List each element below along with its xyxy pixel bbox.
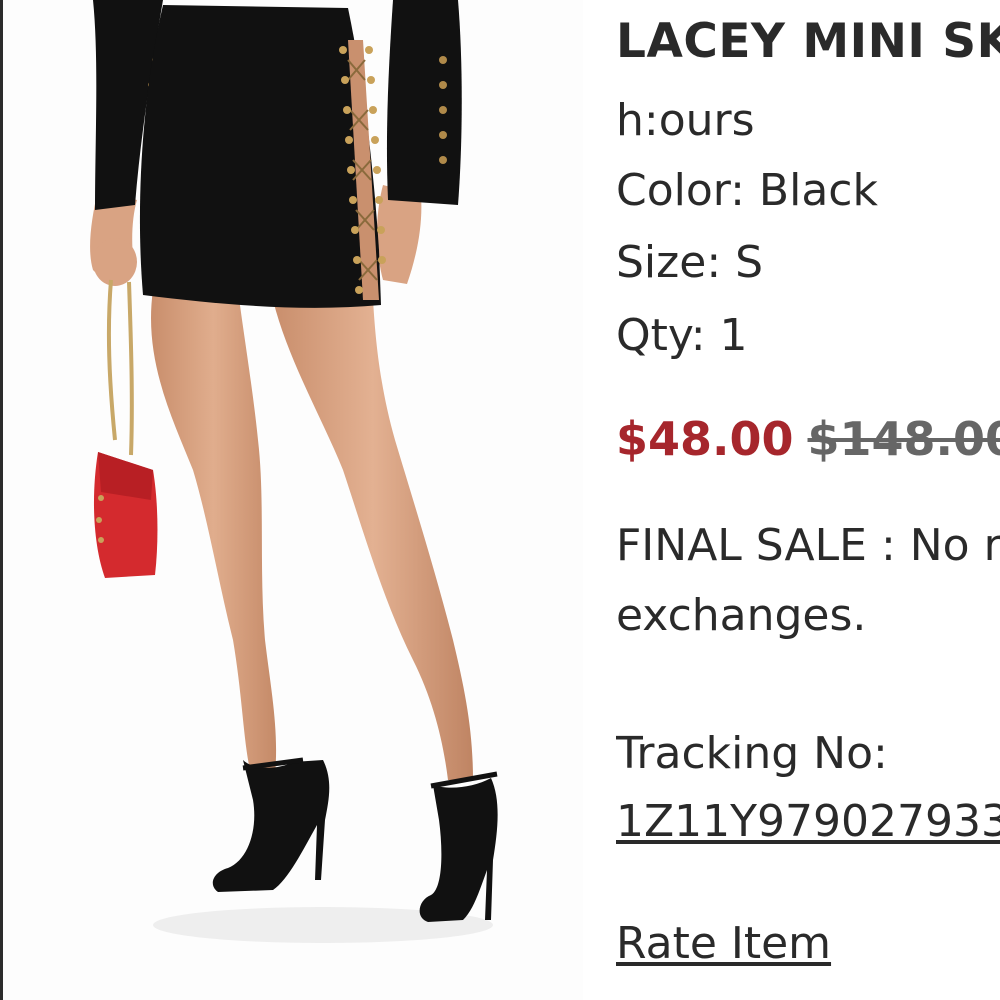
price-row: $48.00 $148.00 bbox=[616, 412, 1000, 466]
product-size: Size: S bbox=[616, 237, 764, 288]
product-image[interactable] bbox=[3, 0, 583, 1000]
product-brand: h:ours bbox=[616, 95, 755, 146]
product-quantity: Qty: 1 bbox=[616, 310, 748, 361]
tracking-label: Tracking No: bbox=[616, 728, 888, 779]
original-price: $148.00 bbox=[807, 412, 1000, 466]
rate-item-link[interactable]: Rate Item bbox=[616, 918, 831, 969]
tracking-number-link[interactable]: 1Z11Y979027933 bbox=[616, 796, 1000, 847]
model-illustration bbox=[90, 0, 498, 943]
final-sale-notice-cont: exchanges. bbox=[616, 590, 867, 641]
final-sale-notice: FINAL SALE : No returns or bbox=[616, 520, 1000, 571]
sale-price: $48.00 bbox=[616, 412, 794, 466]
order-item-details: LACEY MINI SKIRT h:ours Color: Black Siz… bbox=[616, 0, 1000, 1000]
product-title[interactable]: LACEY MINI SKIRT bbox=[616, 14, 1000, 69]
product-color: Color: Black bbox=[616, 165, 878, 216]
